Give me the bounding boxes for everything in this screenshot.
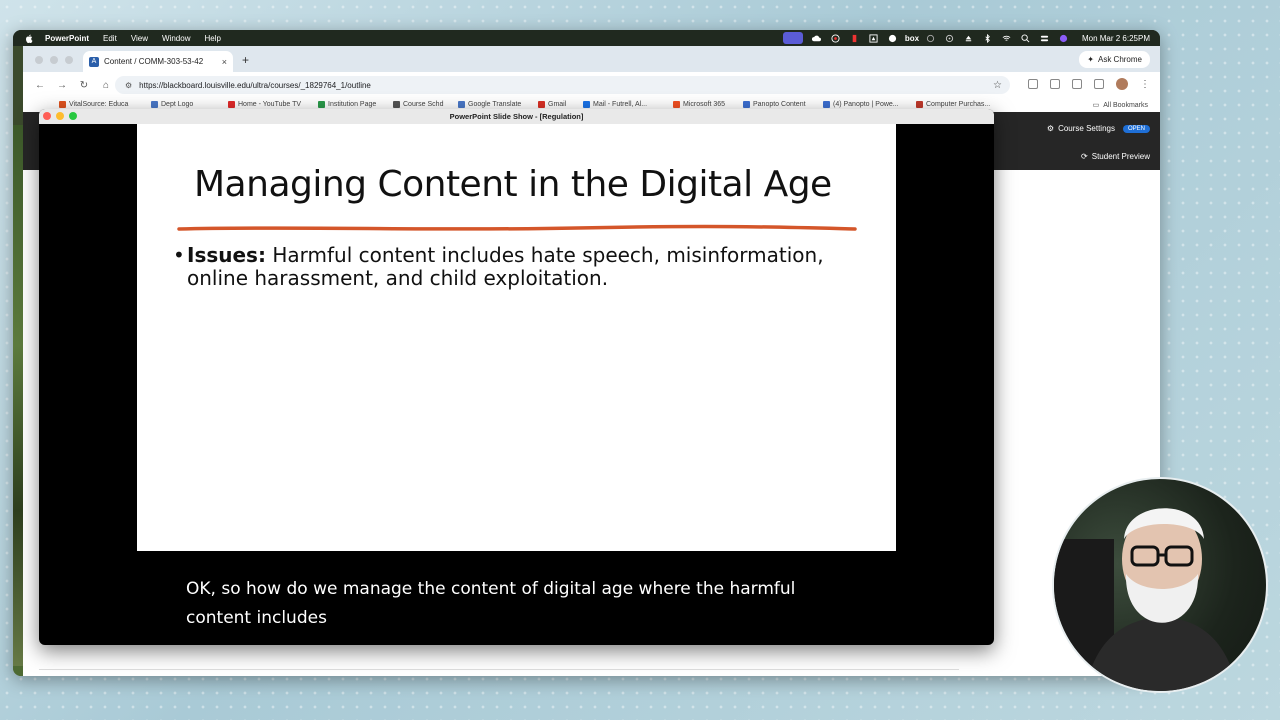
bookmark-item[interactable]: Institution Page (318, 101, 376, 108)
control-center-icon[interactable] (1040, 34, 1050, 42)
ask-chrome-button[interactable]: ✦ Ask Chrome (1079, 51, 1150, 68)
cloud-icon[interactable] (812, 34, 822, 42)
bookmark-item[interactable]: Google Translate (458, 101, 521, 108)
eject-icon[interactable] (964, 34, 974, 42)
blackboard-favicon-icon: A (89, 56, 99, 67)
menu-edit[interactable]: Edit (103, 34, 117, 43)
bookmark-item[interactable]: VitalSource: Educa (59, 101, 128, 108)
new-tab-button[interactable]: + (242, 53, 249, 67)
address-bar[interactable]: ⚙ https://blackboard.louisville.edu/ultr… (115, 76, 1010, 94)
siri-icon[interactable] (1059, 34, 1069, 42)
tab-content[interactable]: A Content / COMM-303-53-42 × (83, 51, 233, 72)
bullet-marker: • (173, 243, 185, 267)
live-caption: OK, so how do we manage the content of d… (186, 575, 826, 633)
sync-icon[interactable] (926, 34, 936, 42)
menu-dots-icon[interactable]: ⋮ (1140, 79, 1150, 90)
close-window-button[interactable] (35, 56, 43, 64)
bookmark-item[interactable]: Panopto Content (743, 101, 806, 108)
slideshow-window-title: PowerPoint Slide Show - [Regulation] (449, 112, 584, 121)
menu-window[interactable]: Window (162, 34, 190, 43)
grammarly-icon[interactable] (888, 34, 898, 42)
bookmark-star-icon[interactable]: ☆ (993, 80, 1002, 91)
home-icon[interactable]: ⌂ (101, 80, 111, 91)
sidepanel-icon[interactable] (1072, 79, 1082, 89)
menu-help[interactable]: Help (204, 34, 220, 43)
box-icon[interactable]: box (905, 34, 919, 43)
mac-menubar: PowerPoint Edit View Window Help box Mon… (13, 30, 1160, 46)
powerpoint-slideshow-window: PowerPoint Slide Show - [Regulation] Man… (39, 109, 994, 645)
divider (39, 669, 959, 670)
presenter-video (1054, 508, 1239, 691)
bookmark-item[interactable]: Course Schd (393, 101, 443, 108)
reload-icon[interactable]: ↻ (79, 80, 89, 91)
preview-refresh-icon: ⟳ (1081, 152, 1088, 161)
extension-icon[interactable] (1028, 79, 1038, 89)
bookmark-item[interactable]: (4) Panopto | Powe... (823, 101, 899, 108)
bookmark-item[interactable]: Dept Logo (151, 101, 193, 108)
tab-title: Content / COMM-303-53-42 (104, 57, 204, 66)
student-preview-button[interactable]: ⟳ Student Preview (1081, 152, 1150, 161)
bullet-text: Issues: Harmful content includes hate sp… (187, 244, 863, 290)
sparkle-icon: ✦ (1087, 55, 1094, 64)
site-info-icon[interactable]: ⚙ (125, 81, 132, 90)
menu-view[interactable]: View (131, 34, 148, 43)
zoom-window-button[interactable] (65, 56, 73, 64)
slide[interactable]: Managing Content in the Digital Age • Is… (137, 124, 896, 551)
screen-record-icon[interactable] (782, 32, 803, 44)
wifi-icon[interactable] (1002, 34, 1012, 42)
caption-line: content includes (186, 608, 327, 628)
slideshow-titlebar: PowerPoint Slide Show - [Regulation] (39, 109, 994, 124)
slideshow-close-button[interactable] (43, 112, 51, 120)
drive-icon[interactable] (869, 33, 879, 43)
forward-icon[interactable]: → (57, 80, 67, 91)
bookmark-item[interactable]: Gmail (538, 101, 566, 108)
slideshow-window-controls (43, 112, 77, 120)
presenter-webcam (1052, 477, 1268, 693)
tab-close-icon[interactable]: × (222, 57, 227, 67)
slide-bullet: • Issues: Harmful content includes hate … (173, 244, 863, 290)
caption-line: OK, so how do we manage the content of d… (186, 579, 796, 599)
menubar-clock[interactable]: Mon Mar 2 6:25PM (1082, 34, 1150, 43)
folder-icon: ▭ (1092, 102, 1100, 109)
bluetooth-icon[interactable] (983, 33, 993, 43)
target-icon[interactable] (831, 33, 841, 43)
course-settings-button[interactable]: ⚙ Course Settings OPEN (1047, 124, 1150, 133)
podcast-icon[interactable] (945, 34, 955, 42)
bullet-label: Issues: (187, 243, 266, 267)
course-settings-label: Course Settings (1058, 124, 1115, 133)
all-bookmarks[interactable]: ▭ All Bookmarks (1092, 101, 1148, 110)
window-controls (35, 56, 73, 64)
bookmark-item[interactable]: Home - YouTube TV (228, 101, 301, 108)
bullet-body: Harmful content includes hate speech, mi… (187, 243, 824, 290)
browser-toolbar: ← → ↻ ⌂ ⚙ https://blackboard.louisville.… (23, 72, 1160, 98)
student-preview-label: Student Preview (1091, 152, 1150, 161)
gear-icon: ⚙ (1046, 124, 1055, 133)
toolbar-extensions: ⋮ (1028, 78, 1150, 90)
url-text[interactable]: https://blackboard.louisville.edu/ultra/… (139, 81, 371, 90)
ask-chrome-label: Ask Chrome (1097, 55, 1142, 64)
bookmark-item[interactable]: Mail - Futrell, Al... (583, 101, 647, 108)
bookmark-item[interactable]: Computer Purchas... (916, 101, 990, 108)
search-icon[interactable] (1021, 33, 1031, 42)
apple-icon[interactable] (25, 34, 33, 43)
slideshow-zoom-button[interactable] (69, 112, 77, 120)
slide-title: Managing Content in the Digital Age (194, 164, 832, 205)
battery-red-icon[interactable] (850, 34, 860, 42)
title-underline (177, 224, 857, 231)
slideshow-minimize-button[interactable] (56, 112, 64, 120)
tab-bar: A Content / COMM-303-53-42 × + ✦ Ask Chr… (23, 46, 1160, 72)
status-badge: OPEN (1122, 124, 1150, 133)
menu-app-powerpoint[interactable]: PowerPoint (45, 34, 89, 43)
minimize-window-button[interactable] (50, 56, 58, 64)
back-icon[interactable]: ← (35, 80, 45, 91)
media-icon[interactable] (1094, 79, 1104, 89)
menubar-tray: box Mon Mar 2 6:25PM (782, 32, 1150, 44)
puzzle-icon[interactable] (1050, 79, 1060, 89)
profile-avatar[interactable] (1116, 78, 1128, 90)
bookmark-item[interactable]: Microsoft 365 (673, 101, 725, 108)
